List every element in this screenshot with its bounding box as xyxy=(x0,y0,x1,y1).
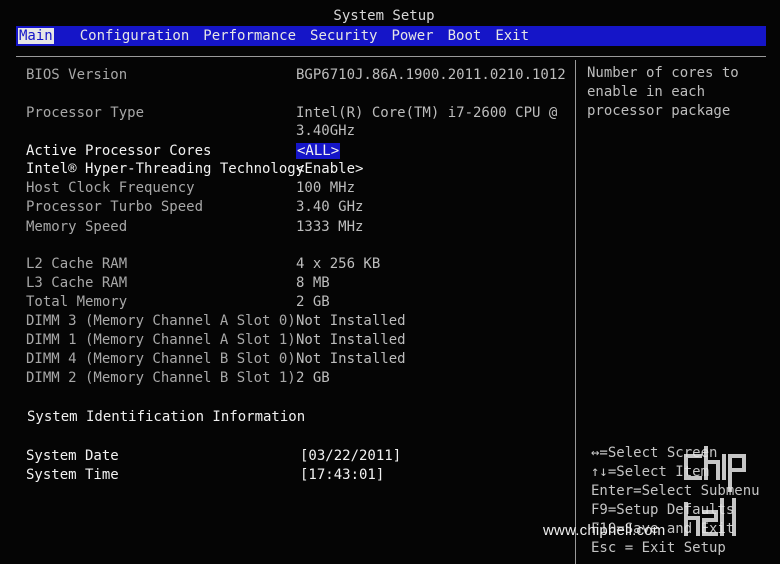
dimm-value: Not Installed xyxy=(296,332,406,348)
system-date-value[interactable]: [03/22/2011] xyxy=(300,448,401,464)
chiphell-logo-icon xyxy=(684,446,746,536)
turbo-speed-value: 3.40 GHz xyxy=(296,199,364,215)
help-panel-divider xyxy=(575,60,576,564)
system-time-row[interactable]: System Time [17:43:01] xyxy=(26,467,566,485)
l2-cache-row: L2 Cache RAM 4 x 256 KB xyxy=(26,256,566,274)
memory-speed-row: Memory Speed 1333 MHz xyxy=(26,219,566,237)
dimm-row: DIMM 2 (Memory Channel B Slot 1) 2 GB xyxy=(26,370,566,388)
menu-power[interactable]: Power xyxy=(391,28,433,44)
hyper-threading-row[interactable]: Intel® Hyper-Threading Technology <Enabl… xyxy=(26,161,566,179)
menu-performance[interactable]: Performance xyxy=(203,28,296,44)
processor-type-value-line2: 3.40GHz xyxy=(296,123,356,139)
system-time-value[interactable]: [17:43:01] xyxy=(300,467,384,483)
memory-speed-value: 1333 MHz xyxy=(296,219,364,235)
bios-version-row: BIOS Version BGP6710J.86A.1900.2011.0210… xyxy=(26,67,566,85)
processor-type-label: Processor Type xyxy=(26,105,145,121)
dimm-row: DIMM 1 (Memory Channel A Slot 1) Not Ins… xyxy=(26,332,566,350)
system-date-row[interactable]: System Date [03/22/2011] xyxy=(26,448,566,466)
l2-cache-value: 4 x 256 KB xyxy=(296,256,381,272)
l3-cache-value: 8 MB xyxy=(296,275,330,291)
dimm-label: DIMM 3 (Memory Channel A Slot 0) xyxy=(26,313,296,329)
host-clock-row: Host Clock Frequency 100 MHz xyxy=(26,180,566,198)
dimm-value: 2 GB xyxy=(296,370,330,386)
help-text: Number of cores to enable in each proces… xyxy=(587,65,739,119)
processor-type-row: Processor Type Intel(R) Core(TM) i7-2600… xyxy=(26,105,566,123)
frame-top-border xyxy=(16,56,766,57)
hyper-threading-value[interactable]: <Enable> xyxy=(296,161,363,177)
l2-cache-label: L2 Cache RAM xyxy=(26,256,128,272)
bios-version-value: BGP6710J.86A.1900.2011.0210.1012 xyxy=(296,67,566,83)
menu-boot[interactable]: Boot xyxy=(448,28,482,44)
l3-cache-row: L3 Cache RAM 8 MB xyxy=(26,275,566,293)
memory-speed-label: Memory Speed xyxy=(26,219,128,235)
hyper-threading-label: Intel® Hyper-Threading Technology xyxy=(26,161,305,177)
total-memory-value: 2 GB xyxy=(296,294,330,310)
dimm-value: Not Installed xyxy=(296,313,406,329)
turbo-speed-label: Processor Turbo Speed xyxy=(26,199,204,215)
host-clock-value: 100 MHz xyxy=(296,180,356,196)
turbo-speed-row: Processor Turbo Speed 3.40 GHz xyxy=(26,199,566,217)
l3-cache-label: L3 Cache RAM xyxy=(26,275,128,291)
host-clock-label: Host Clock Frequency xyxy=(26,180,195,196)
system-date-label: System Date xyxy=(26,448,119,464)
window-title: System Setup xyxy=(333,8,435,24)
watermark-url: www.chiphell.com xyxy=(543,522,666,539)
system-time-label: System Time xyxy=(26,467,119,483)
menu-security[interactable]: Security xyxy=(310,28,377,44)
menu-exit[interactable]: Exit xyxy=(495,28,529,44)
menu-main[interactable]: Main xyxy=(18,28,54,44)
menu-configuration[interactable]: Configuration xyxy=(80,28,190,44)
total-memory-label: Total Memory xyxy=(26,294,128,310)
active-processor-cores-row[interactable]: Active Processor Cores <ALL> xyxy=(26,143,566,161)
dimm-row: DIMM 3 (Memory Channel A Slot 0) Not Ins… xyxy=(26,313,566,331)
dimm-label: DIMM 4 (Memory Channel B Slot 0) xyxy=(26,351,296,367)
dimm-row: DIMM 4 (Memory Channel B Slot 0) Not Ins… xyxy=(26,351,566,369)
system-identification-heading: System Identification Information xyxy=(27,409,306,425)
processor-type-value: Intel(R) Core(TM) i7-2600 CPU @ xyxy=(296,105,558,121)
bios-version-label: BIOS Version xyxy=(26,67,128,83)
dimm-label: DIMM 1 (Memory Channel A Slot 1) xyxy=(26,332,296,348)
active-processor-cores-label: Active Processor Cores xyxy=(26,143,212,159)
active-processor-cores-value[interactable]: <ALL> xyxy=(296,143,341,159)
menu-bar: Main Configuration Performance Security … xyxy=(16,26,766,46)
total-memory-row: Total Memory 2 GB xyxy=(26,294,566,312)
dimm-value: Not Installed xyxy=(296,351,406,367)
processor-type-row-2: 3.40GHz xyxy=(26,123,566,141)
dimm-label: DIMM 2 (Memory Channel B Slot 1) xyxy=(26,370,296,386)
